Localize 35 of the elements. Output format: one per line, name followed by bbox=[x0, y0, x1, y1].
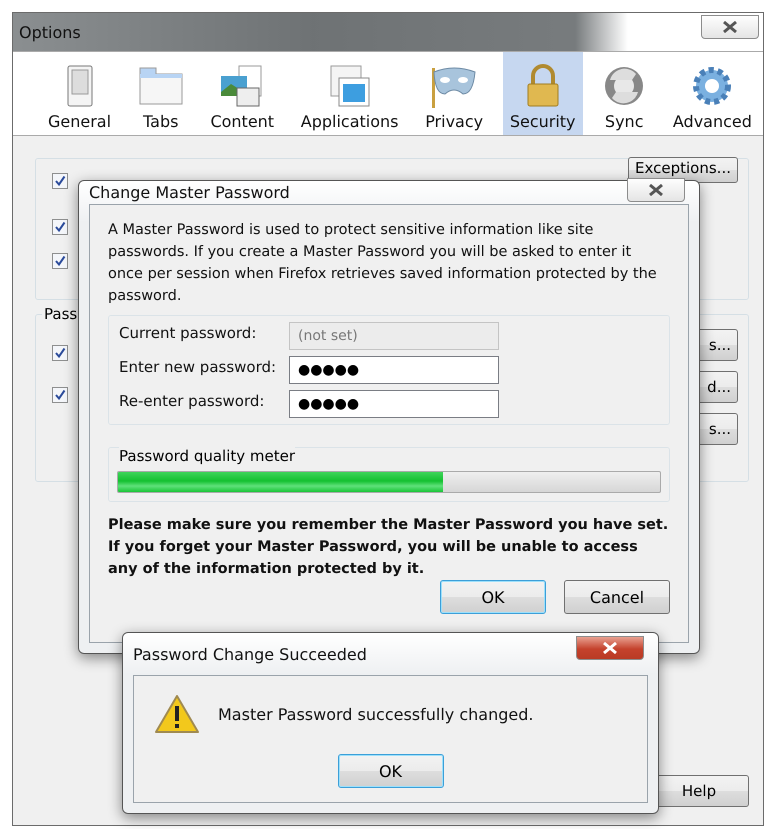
password-field[interactable]: ●●●●● bbox=[289, 390, 499, 418]
warning-text: Please make sure you remember the Master Password you have set. If you forget your Master Password, you will be unable to access any of the information protected by it. bbox=[108, 516, 670, 579]
toolbar-tab[interactable]: Advanced bbox=[666, 52, 759, 135]
password-field[interactable]: ●●●●● bbox=[289, 356, 499, 384]
alert-message: Master Password successfully changed. bbox=[218, 704, 534, 724]
toolbar-tab[interactable]: Security bbox=[502, 52, 583, 135]
field-label: Re-enter password: bbox=[119, 392, 266, 410]
description-text: A Master Password is used to protect sensitive information like site passwords. If you create a Master Password you will be asked to enter it once per session when Firefox retrieves saved information protected by the password. bbox=[108, 221, 658, 306]
toolbar-tab[interactable]: Applications bbox=[294, 52, 406, 135]
checkbox[interactable] bbox=[52, 173, 68, 189]
close-icon bbox=[648, 184, 664, 196]
toolbar-tab[interactable]: Content bbox=[203, 52, 282, 135]
warning-icon bbox=[154, 694, 200, 734]
dialog-button[interactable]: Cancel bbox=[564, 580, 670, 614]
toolbar-tab[interactable]: Sync bbox=[595, 52, 654, 135]
checkbox[interactable] bbox=[52, 345, 68, 361]
window-title: Options bbox=[19, 22, 81, 42]
toolbar-tab[interactable]: Privacy bbox=[418, 52, 490, 135]
field-label: Current password: bbox=[119, 324, 258, 342]
ok-button[interactable]: OK bbox=[338, 754, 444, 788]
toolbar-tab[interactable]: General bbox=[41, 52, 118, 135]
close-icon bbox=[722, 21, 738, 33]
dialog-button[interactable]: OK bbox=[440, 580, 546, 614]
checkbox[interactable] bbox=[52, 253, 68, 269]
dialog-title: Change Master Password bbox=[89, 183, 290, 202]
toolbar-tab[interactable]: Tabs bbox=[130, 52, 191, 135]
close-button[interactable] bbox=[627, 178, 685, 202]
checkbox[interactable] bbox=[52, 387, 68, 403]
close-icon bbox=[602, 642, 618, 654]
checkbox[interactable] bbox=[52, 219, 68, 235]
meter-label: Password quality meter bbox=[119, 447, 296, 465]
field-label: Enter new password: bbox=[119, 358, 278, 376]
dialog-title: Password Change Succeeded bbox=[133, 644, 367, 664]
close-button[interactable] bbox=[576, 636, 644, 660]
close-button[interactable] bbox=[701, 15, 759, 39]
